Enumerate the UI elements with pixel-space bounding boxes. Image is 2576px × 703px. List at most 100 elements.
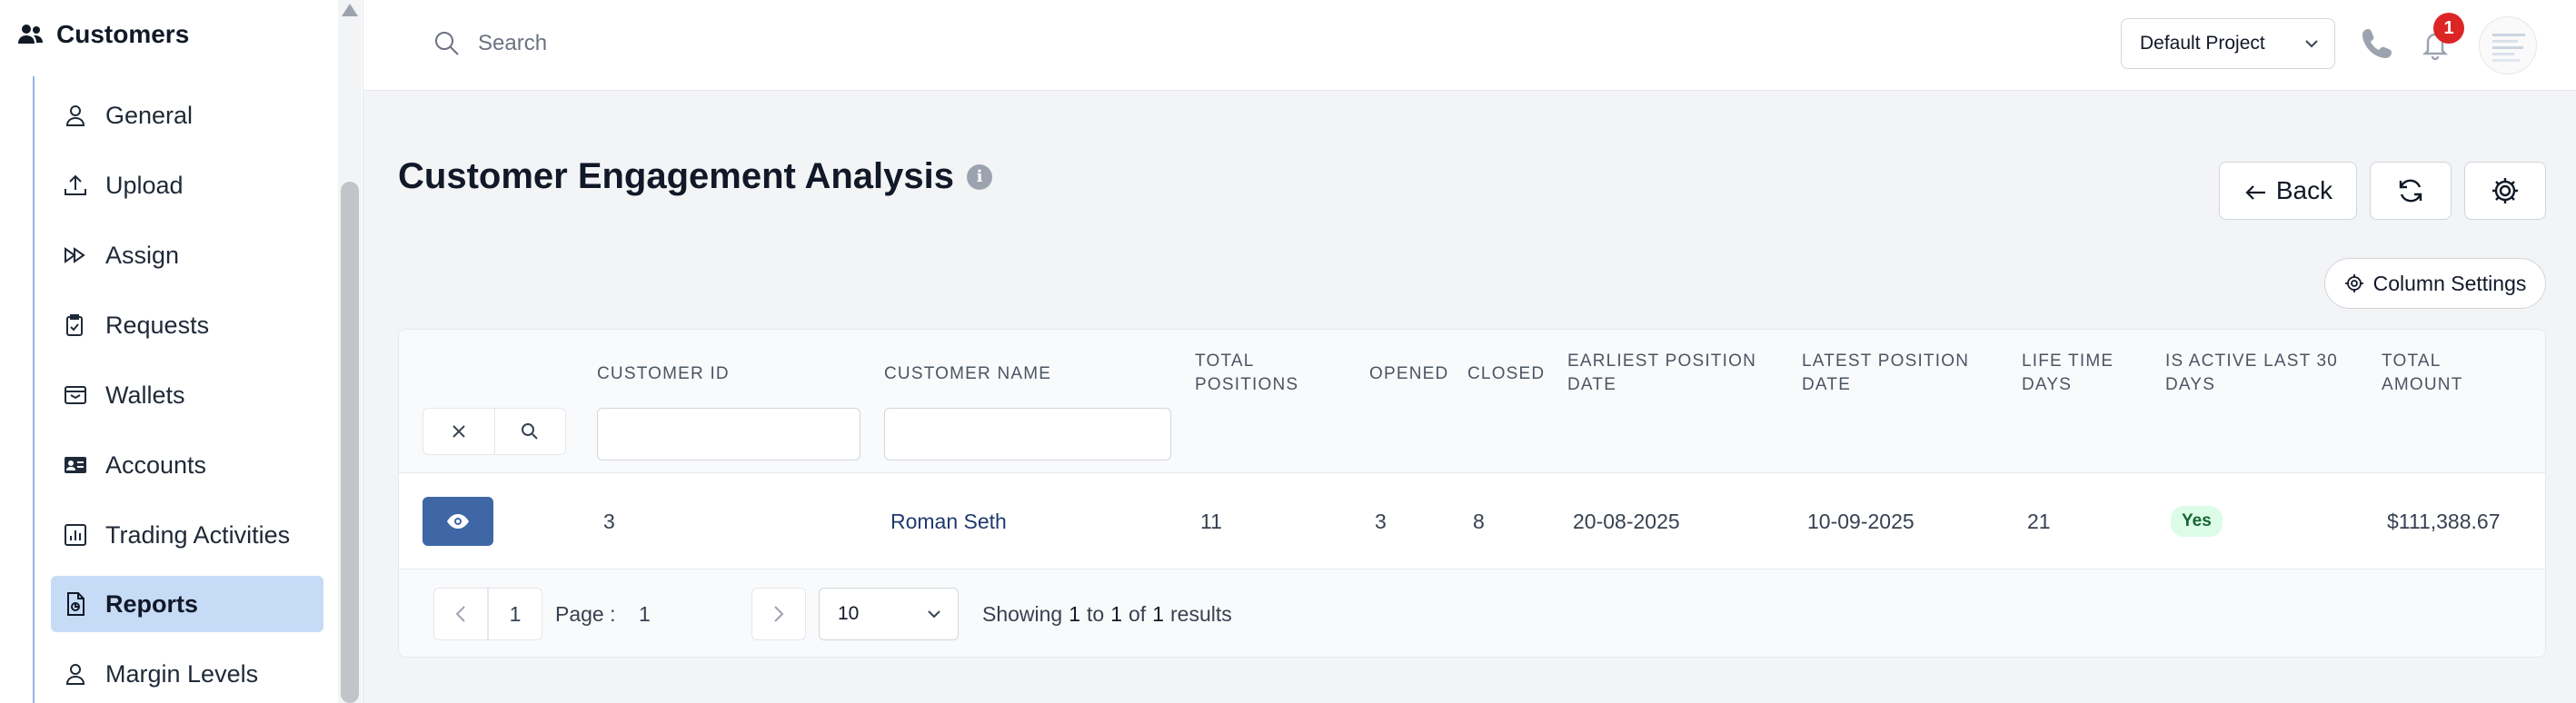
cell-earliest-position-date: 20-08-2025 <box>1573 509 1680 533</box>
column-header-total-amount[interactable]: TOTAL AMOUNT <box>2382 350 2463 397</box>
pagination: 1 Page : 1 10 Showing 1 to 1 of 1 result… <box>399 569 2545 657</box>
sidebar-tree-line <box>33 76 35 703</box>
scroll-up-arrow-icon[interactable] <box>342 4 358 16</box>
chevron-right-icon <box>774 606 784 622</box>
search-icon <box>435 32 459 55</box>
cell-total-positions: 11 <box>1200 509 1222 533</box>
sidebar: Customers General Upload Assign Requests… <box>0 0 363 703</box>
page-title-text: Customer Engagement Analysis <box>398 156 955 196</box>
filter-actions <box>423 408 566 455</box>
eye-icon <box>447 514 469 529</box>
customer-name-filter-input[interactable] <box>884 408 1171 460</box>
table-header: CUSTOMER ID CUSTOMER NAME TOTAL POSITIONS… <box>399 330 2545 473</box>
sidebar-item-label: General <box>105 101 194 129</box>
sidebar-item-trading-activities[interactable]: Trading Activities <box>51 507 323 563</box>
sidebar-item-label: Upload <box>105 171 184 199</box>
sidebar-item-label: Reports <box>105 589 199 618</box>
status-badge: Yes <box>2171 506 2223 537</box>
sidebar-section-customers[interactable]: Customers <box>16 18 189 51</box>
close-icon <box>453 425 465 438</box>
customer-id-filter-input[interactable] <box>597 408 860 460</box>
page-size-select[interactable]: 10 <box>819 588 959 640</box>
info-icon[interactable]: i <box>967 163 993 190</box>
results-summary: Showing 1 to 1 of 1 results <box>982 601 1232 626</box>
table-row: 3 Roman Seth 11 3 8 20-08-2025 10-09-202… <box>399 473 2545 569</box>
avatar[interactable] <box>2479 16 2537 74</box>
gear-icon <box>2492 178 2518 203</box>
cell-closed: 8 <box>1473 509 1485 533</box>
view-row-button[interactable] <box>423 497 493 546</box>
gear-icon <box>2344 274 2363 292</box>
sidebar-item-requests[interactable]: Requests <box>51 297 323 353</box>
notification-badge: 1 <box>2433 13 2464 44</box>
cell-latest-position-date: 10-09-2025 <box>1807 509 1915 533</box>
users-icon <box>18 25 43 44</box>
chevron-down-icon <box>928 610 940 619</box>
phone-icon[interactable] <box>2359 25 2395 62</box>
column-header-closed[interactable]: CLOSED <box>1467 362 1545 386</box>
cell-is-active: Yes <box>2171 473 2223 569</box>
page-label: Page : <box>555 601 616 626</box>
sidebar-item-label: Trading Activities <box>105 520 291 549</box>
sidebar-item-reports[interactable]: Reports <box>51 576 323 632</box>
search-input[interactable] <box>478 25 1114 62</box>
column-header-total-positions[interactable]: TOTAL POSITIONS <box>1195 350 1298 397</box>
previous-page-button[interactable] <box>433 588 488 640</box>
top-bar: Default Project 1 <box>363 0 2576 91</box>
fast-forward-icon <box>65 247 85 263</box>
back-button-label: Back <box>2275 176 2333 204</box>
avatar-image-icon <box>2492 34 2525 62</box>
sidebar-scroll-thumb[interactable] <box>341 182 359 703</box>
column-header-life-time-days[interactable]: LIFE TIME DAYS <box>2022 350 2114 397</box>
page-value: 1 <box>639 601 651 626</box>
id-card-icon <box>65 457 86 473</box>
bar-chart-icon <box>65 524 86 546</box>
project-select[interactable]: Default Project <box>2121 18 2335 69</box>
sidebar-item-label: Assign <box>105 241 180 269</box>
settings-button[interactable] <box>2464 162 2546 220</box>
arrow-left-icon <box>2245 185 2265 200</box>
report-file-icon <box>67 592 85 616</box>
back-button[interactable]: Back <box>2219 162 2357 220</box>
column-header-customer-id[interactable]: CUSTOMER ID <box>597 362 730 386</box>
cell-opened: 3 <box>1375 509 1387 533</box>
sidebar-header-label: Customers <box>56 20 190 48</box>
chevron-left-icon <box>455 606 465 622</box>
sidebar-item-general[interactable]: General <box>51 87 323 144</box>
report-table: CUSTOMER ID CUSTOMER NAME TOTAL POSITIONS… <box>398 329 2546 658</box>
refresh-icon <box>2399 179 2422 203</box>
page-title: Customer Engagement Analysis i <box>398 156 993 197</box>
search-icon <box>522 423 538 440</box>
upload-icon <box>65 174 86 195</box>
sidebar-item-label: Requests <box>105 311 210 339</box>
sidebar-item-margin-levels[interactable]: Margin Levels <box>51 646 323 702</box>
column-header-is-active-last-30-days[interactable]: IS ACTIVE LAST 30 DAYS <box>2165 350 2338 397</box>
sidebar-item-wallets[interactable]: Wallets <box>51 367 323 423</box>
chevron-down-icon <box>2305 40 2318 48</box>
next-page-button[interactable] <box>751 588 806 640</box>
sidebar-item-assign[interactable]: Assign <box>51 227 323 283</box>
sidebar-item-upload[interactable]: Upload <box>51 157 323 213</box>
column-settings-label: Column Settings <box>2372 271 2527 295</box>
column-header-latest-position-date[interactable]: LATEST POSITION DATE <box>1802 350 1969 397</box>
cell-life-time-days: 21 <box>2027 509 2051 533</box>
wallet-icon <box>65 386 86 404</box>
column-settings-button[interactable]: Column Settings <box>2324 258 2546 309</box>
user-icon <box>65 105 85 126</box>
column-header-earliest-position-date[interactable]: EARLIEST POSITION DATE <box>1567 350 1756 397</box>
page-size-value: 10 <box>838 603 860 624</box>
sidebar-item-accounts[interactable]: Accounts <box>51 437 323 493</box>
clipboard-check-icon <box>66 314 83 336</box>
project-select-value: Default Project <box>2140 33 2265 54</box>
column-header-opened[interactable]: OPENED <box>1369 362 1448 386</box>
column-header-customer-name[interactable]: CUSTOMER NAME <box>884 362 1051 386</box>
apply-filters-button[interactable] <box>493 409 566 454</box>
cell-total-amount: $111,388.67 <box>2387 509 2501 533</box>
sidebar-item-label: Accounts <box>105 451 207 479</box>
clear-filters-button[interactable] <box>423 409 494 454</box>
user-icon <box>65 664 85 685</box>
cell-customer-name-link[interactable]: Roman Seth <box>890 473 1007 569</box>
current-page-button[interactable]: 1 <box>488 588 542 640</box>
cell-customer-id: 3 <box>603 509 615 533</box>
refresh-button[interactable] <box>2370 162 2452 220</box>
